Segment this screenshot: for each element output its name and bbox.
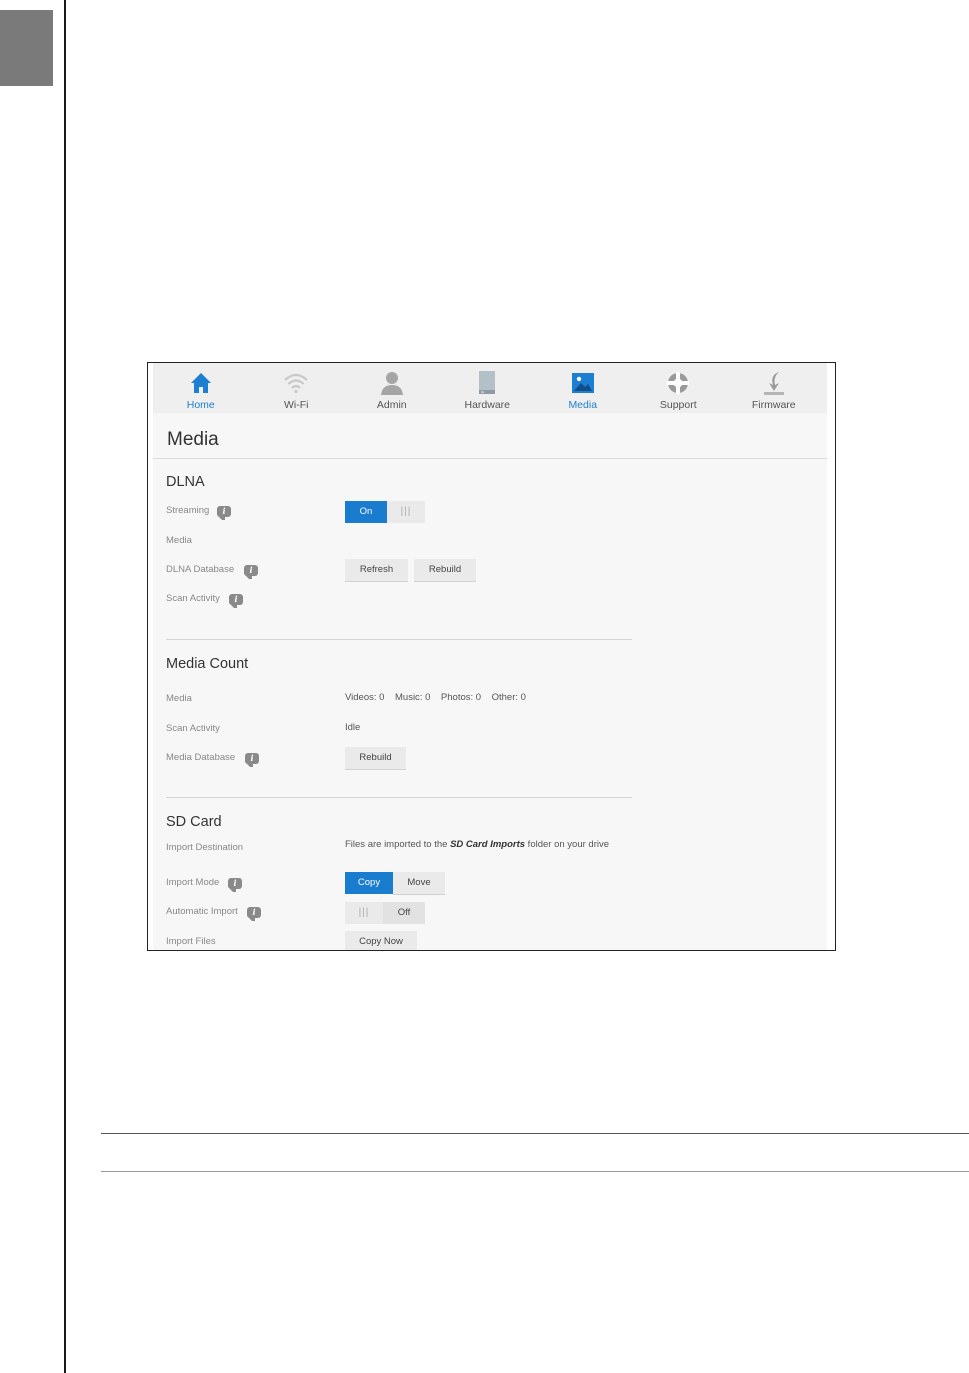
nav-item-hardware[interactable]: Hardware	[440, 363, 536, 413]
media-counts-value: Videos: 0 Music: 0 Photos: 0 Other: 0	[345, 692, 526, 703]
streaming-toggle-grip: |||	[387, 501, 425, 523]
streaming-label: Streaming	[166, 505, 210, 516]
media-database-label: Media Database	[166, 752, 236, 763]
nav-label-wifi: Wi-Fi	[284, 399, 309, 411]
section-divider	[166, 639, 632, 640]
import-destination-folder: SD Card Imports	[450, 839, 526, 850]
import-mode-label: Import Mode	[166, 877, 220, 888]
automatic-import-label: Automatic Import	[166, 906, 238, 917]
import-mode-copy-button[interactable]: Copy	[345, 872, 393, 894]
top-nav: Home Wi-Fi Admin Hardware Media Support …	[153, 363, 827, 413]
streaming-toggle-on: On	[345, 501, 387, 523]
media-rebuild-button[interactable]: Rebuild	[345, 747, 406, 769]
sd-card-section-title: SD Card	[166, 814, 222, 830]
footer-rule	[101, 1133, 969, 1134]
section-divider	[166, 797, 632, 798]
admin-user-icon	[379, 370, 405, 396]
streaming-toggle[interactable]: On |||	[345, 501, 425, 523]
dlna-database-info-icon[interactable]: i	[244, 565, 258, 579]
dlna-media-label: Media	[166, 535, 192, 546]
nav-label-media: Media	[568, 399, 598, 411]
footer-rule	[101, 1171, 969, 1172]
dlna-database-label: DLNA Database	[166, 564, 235, 575]
nav-label-admin: Admin	[376, 399, 407, 411]
dlna-section-title: DLNA	[166, 474, 205, 490]
nav-item-home[interactable]: Home	[153, 363, 249, 413]
wifi-icon	[283, 370, 309, 396]
copy-now-button[interactable]: Copy Now	[345, 931, 417, 950]
firmware-download-icon	[761, 370, 787, 396]
automatic-import-toggle-grip: |||	[345, 902, 383, 924]
nav-item-admin[interactable]: Admin	[344, 363, 440, 413]
media-count-scan-activity-label: Scan Activity	[166, 723, 220, 734]
nav-label-support: Support	[659, 399, 697, 411]
import-destination-label: Import Destination	[166, 842, 244, 853]
refresh-button[interactable]: Refresh	[345, 559, 408, 581]
import-mode-info-icon[interactable]: i	[228, 878, 242, 892]
media-count-media-label: Media	[166, 693, 192, 704]
chapter-tab	[0, 10, 53, 86]
automatic-import-info-icon[interactable]: i	[247, 907, 261, 921]
import-files-label: Import Files	[166, 936, 216, 947]
scan-activity-info-icon[interactable]: i	[229, 594, 243, 608]
media-settings-panel: Home Wi-Fi Admin Hardware Media Support …	[153, 363, 827, 950]
automatic-import-toggle-off: Off	[383, 902, 425, 924]
import-destination-prefix: Files are imported to the	[345, 839, 451, 850]
media-count-section-title: Media Count	[166, 656, 249, 672]
nav-item-media[interactable]: Media	[535, 363, 631, 413]
streaming-info-icon[interactable]: i	[217, 506, 231, 520]
margin-rule	[64, 0, 66, 1373]
nav-item-wifi[interactable]: Wi-Fi	[249, 363, 345, 413]
nav-item-support[interactable]: Support	[631, 363, 727, 413]
media-database-info-icon[interactable]: i	[245, 753, 259, 767]
media-picture-icon	[570, 370, 596, 396]
dlna-scan-activity-label: Scan Activity	[166, 593, 220, 604]
import-destination-suffix: folder on your drive	[525, 839, 610, 850]
scan-activity-value: Idle	[345, 722, 361, 733]
hardware-drive-icon	[474, 370, 500, 396]
nav-label-firmware: Firmware	[751, 399, 796, 411]
nav-label-home: Home	[186, 399, 215, 411]
screenshot-frame: Home Wi-Fi Admin Hardware Media Support …	[147, 362, 836, 951]
support-lifebuoy-icon	[665, 370, 691, 396]
import-destination-value: Files are imported to the SD Card Import…	[345, 839, 609, 850]
page-title: Media	[167, 429, 219, 450]
home-icon	[188, 370, 214, 396]
title-divider	[153, 458, 827, 459]
dlna-rebuild-button[interactable]: Rebuild	[414, 559, 476, 581]
automatic-import-toggle[interactable]: ||| Off	[345, 902, 425, 924]
nav-item-firmware[interactable]: Firmware	[726, 363, 822, 413]
import-mode-move-button[interactable]: Move	[393, 872, 445, 894]
nav-label-hardware: Hardware	[464, 399, 511, 411]
